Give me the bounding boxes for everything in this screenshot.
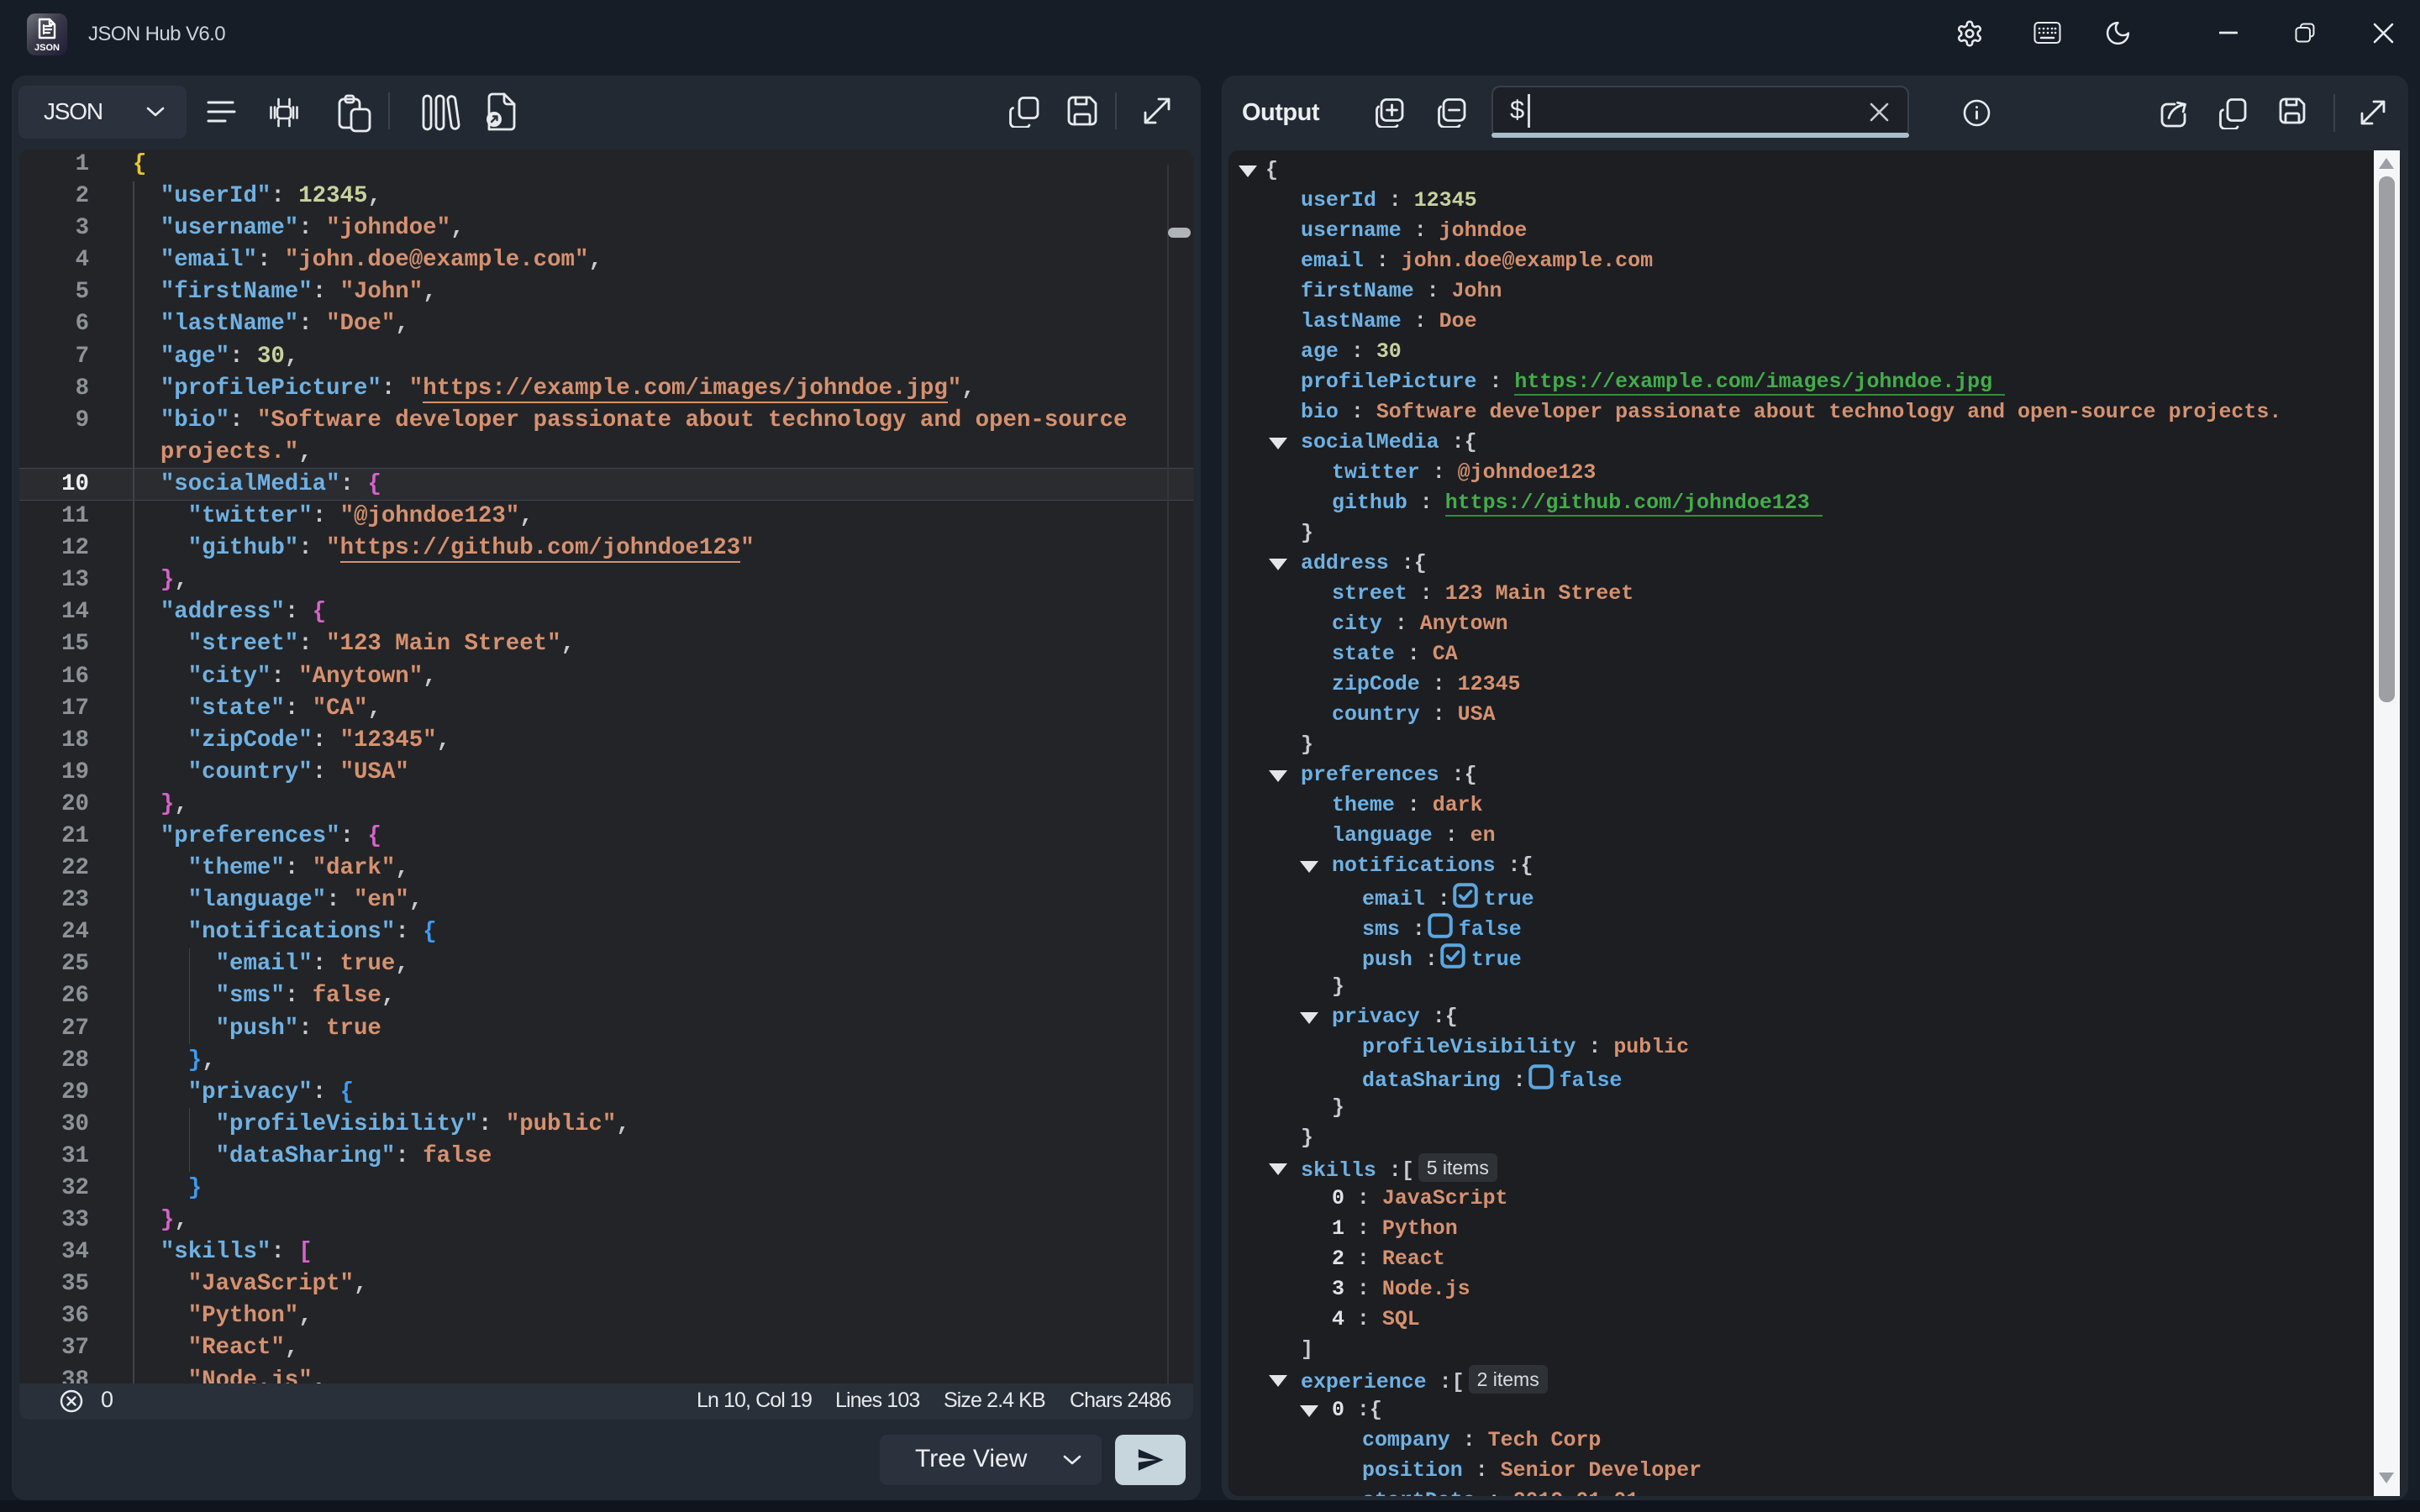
- svg-text:JSON: JSON: [34, 43, 60, 53]
